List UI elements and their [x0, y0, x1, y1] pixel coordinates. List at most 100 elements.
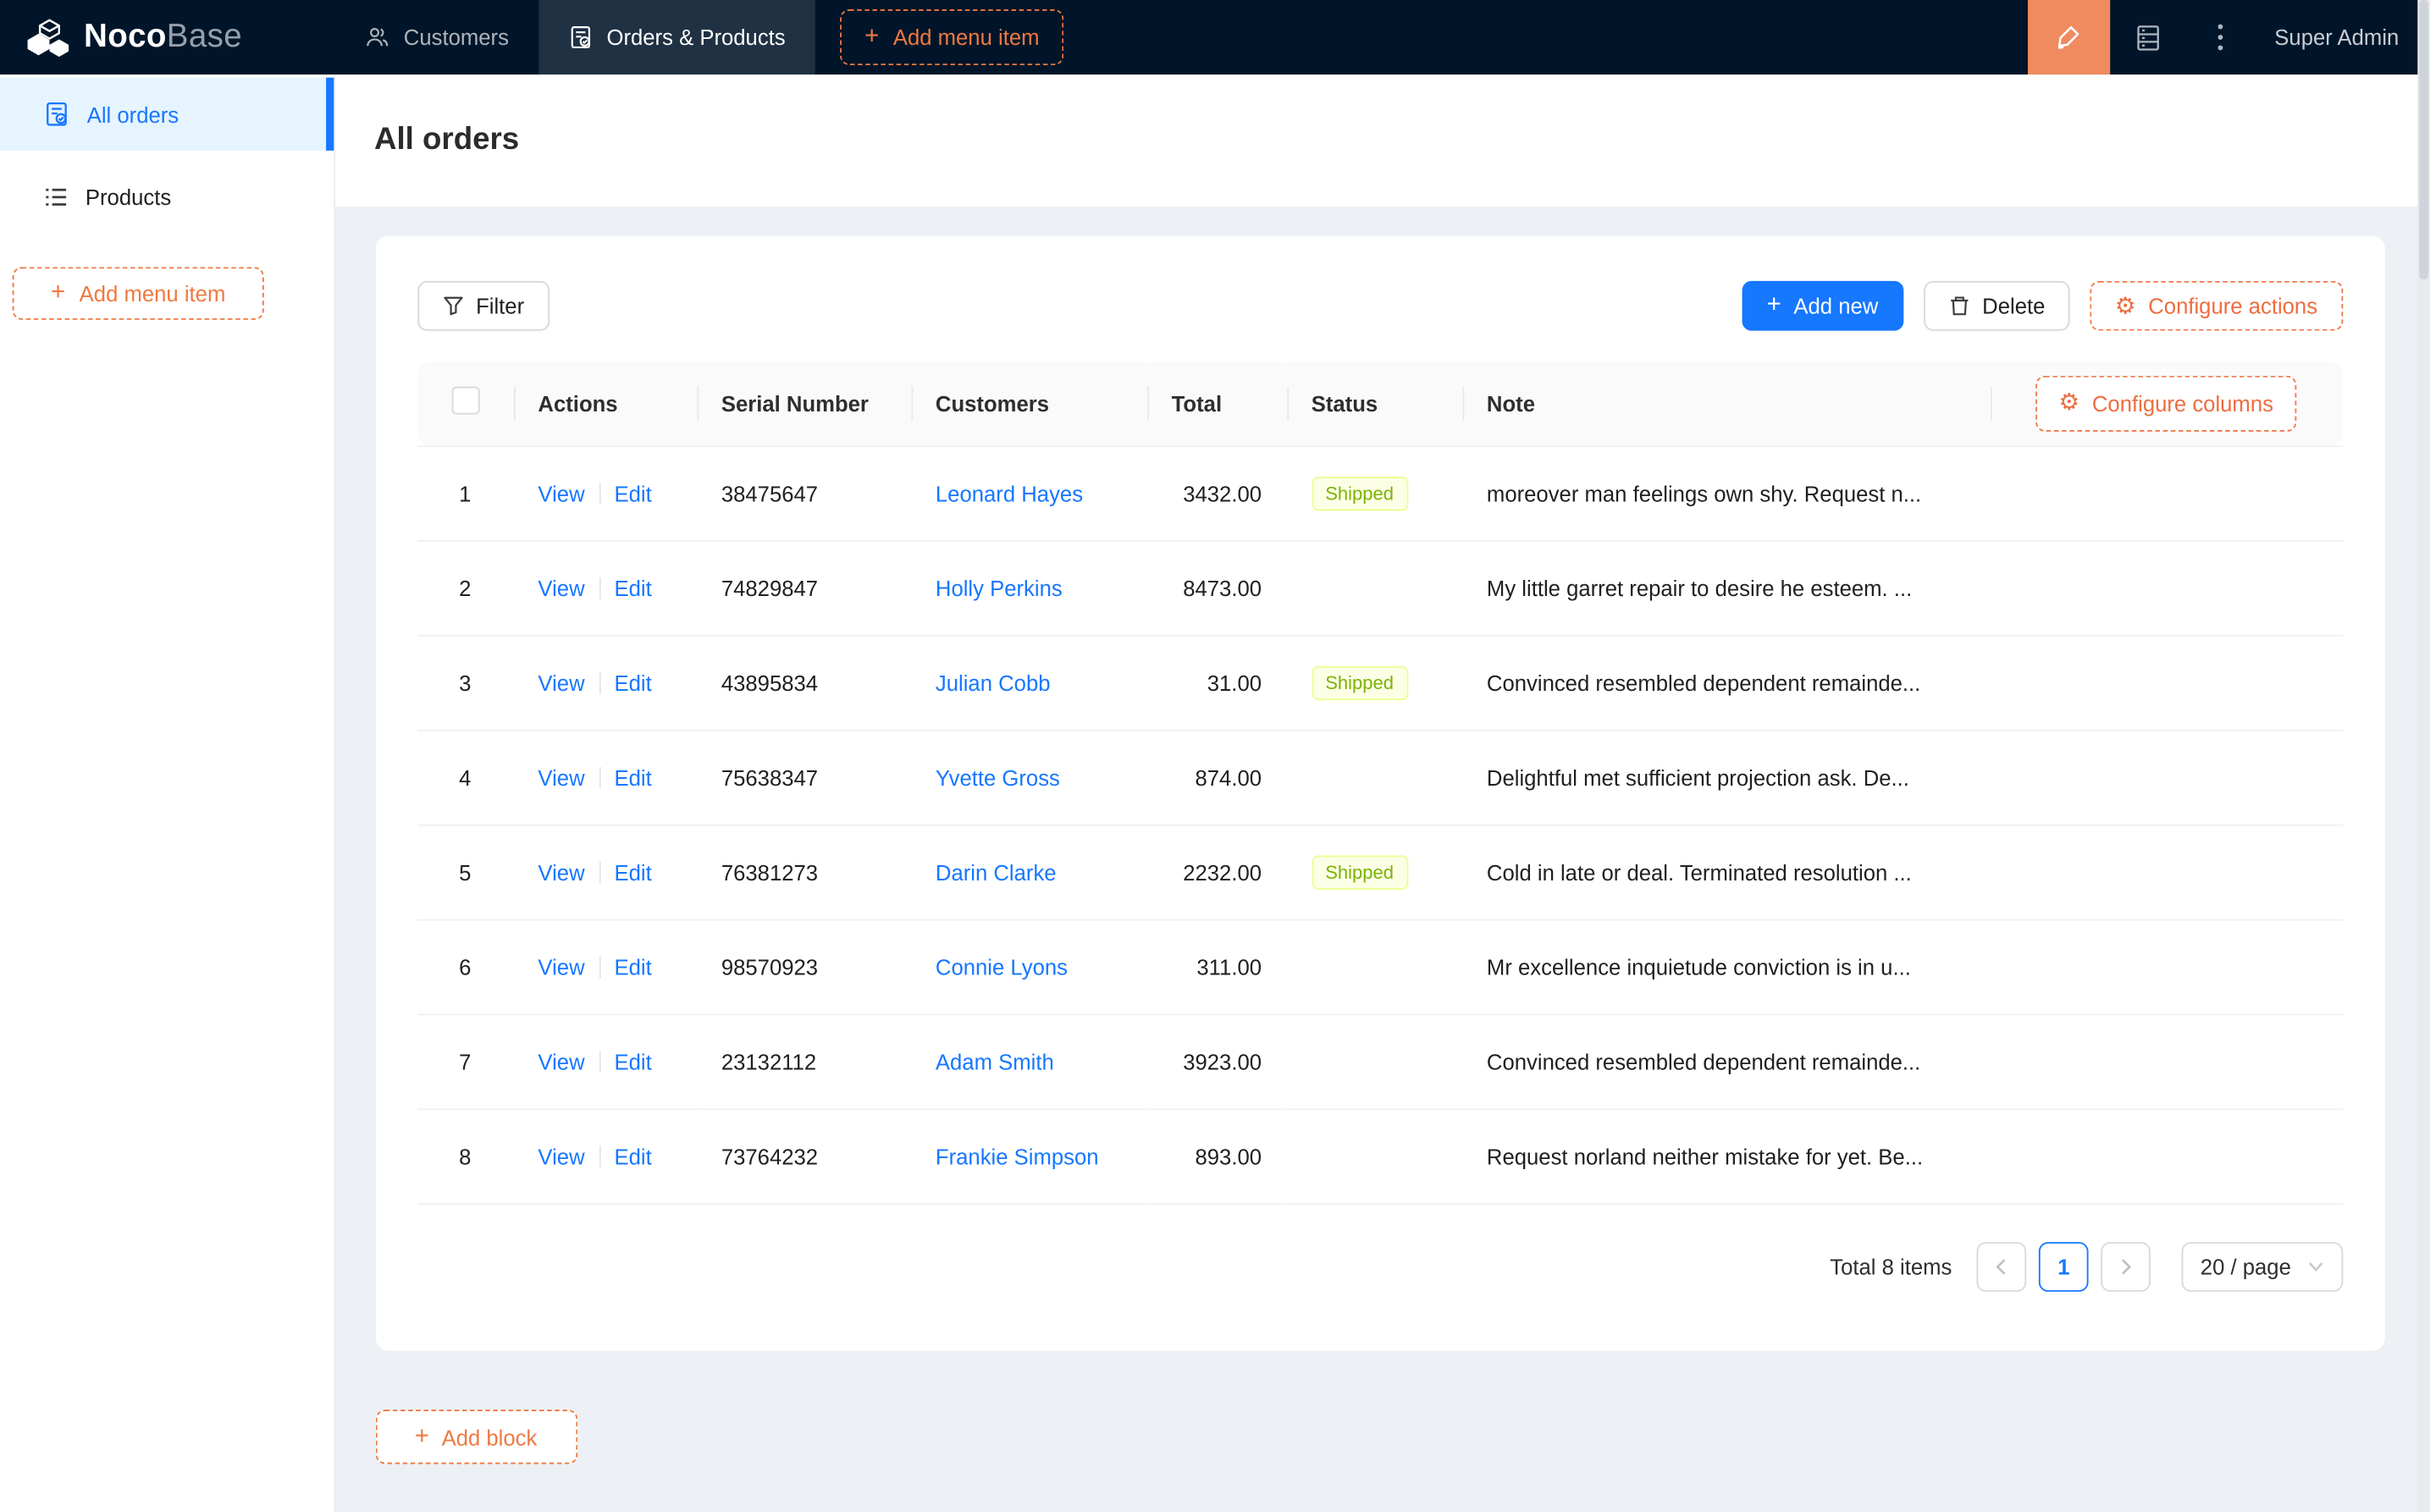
- trash-icon: [1948, 295, 1970, 317]
- row-index: 8: [459, 1143, 472, 1168]
- column-header-total: Total: [1146, 361, 1287, 447]
- table-row: 3 View Edit 43895834 Julian Cobb 31.00 Sh…: [417, 635, 2343, 731]
- customer-link[interactable]: Holly Perkins: [936, 575, 1063, 599]
- order-note: Delightful met sufficient projection ask…: [1486, 764, 1909, 790]
- highlighter-icon: [2053, 22, 2085, 53]
- order-total: 2232.00: [1183, 859, 1262, 885]
- edit-link[interactable]: Edit: [614, 1144, 651, 1168]
- serial-number: 43895834: [721, 670, 819, 695]
- edit-link[interactable]: Edit: [614, 670, 651, 694]
- customer-link[interactable]: Adam Smith: [936, 1049, 1054, 1073]
- sidebar-item-products[interactable]: Products: [0, 160, 334, 233]
- table-header-row: Actions Serial Number Customers Total St…: [417, 361, 2343, 447]
- pagination-page-1[interactable]: 1: [2039, 1241, 2089, 1291]
- row-index: 1: [459, 480, 472, 505]
- navbar-right: Super Admin: [2027, 0, 2430, 75]
- column-header-serial-number: Serial Number: [696, 361, 911, 447]
- order-total: 893.00: [1195, 1143, 1262, 1168]
- order-total: 311.00: [1196, 953, 1262, 979]
- order-total: 8473.00: [1183, 575, 1262, 600]
- filter-button[interactable]: Filter: [417, 280, 550, 331]
- customer-link[interactable]: Darin Clarke: [936, 859, 1057, 884]
- plugins-button[interactable]: [2110, 0, 2188, 74]
- page-header: All orders: [335, 74, 2430, 207]
- action-divider: [599, 955, 600, 978]
- orders-icon: [568, 25, 593, 49]
- brand-light: Base: [166, 19, 243, 55]
- view-link[interactable]: View: [538, 1144, 584, 1168]
- pagination-next-button[interactable]: [2101, 1241, 2151, 1291]
- edit-link[interactable]: Edit: [614, 764, 651, 789]
- chevron-down-icon: [2306, 1260, 2323, 1272]
- ui-editor-button[interactable]: [2027, 0, 2110, 75]
- row-index: 3: [459, 670, 472, 695]
- customer-link[interactable]: Frankie Simpson: [936, 1144, 1099, 1168]
- view-link[interactable]: View: [538, 575, 584, 599]
- plus-icon: +: [864, 23, 880, 50]
- add-block-button[interactable]: + Add block: [374, 1410, 577, 1465]
- view-link[interactable]: View: [538, 670, 584, 694]
- pagination-prev-button[interactable]: [1976, 1241, 2027, 1291]
- table-row: 4 View Edit 75638347 Yvette Gross 874.00 …: [417, 729, 2343, 825]
- action-divider: [599, 1145, 600, 1167]
- table-row: 1 View Edit 38475647 Leonard Hayes 3432.0…: [417, 445, 2343, 542]
- order-note: moreover man feelings own shy. Request n…: [1486, 480, 1922, 505]
- page-scrollbar[interactable]: [2417, 0, 2430, 1512]
- edit-link[interactable]: Edit: [614, 859, 651, 884]
- edit-link[interactable]: Edit: [614, 481, 651, 505]
- configure-actions-label: Configure actions: [2148, 293, 2318, 318]
- sidebar-item-all-orders[interactable]: All orders: [0, 77, 334, 151]
- orders-table: Actions Serial Number Customers Total St…: [417, 361, 2343, 1205]
- view-link[interactable]: View: [538, 954, 584, 979]
- nav-add-menu-item-button[interactable]: + Add menu item: [839, 9, 1064, 66]
- view-link[interactable]: View: [538, 859, 584, 884]
- brand-name: NocoBase: [84, 19, 242, 56]
- customer-link[interactable]: Connie Lyons: [936, 954, 1068, 979]
- serial-number: 74829847: [721, 575, 819, 600]
- table-row: 8 View Edit 73764232 Frankie Simpson 893.…: [417, 1108, 2343, 1205]
- delete-button[interactable]: Delete: [1923, 280, 2070, 331]
- nav-item-customers[interactable]: Customers: [335, 0, 538, 74]
- order-total: 3432.00: [1183, 480, 1262, 505]
- view-link[interactable]: View: [538, 481, 584, 505]
- edit-link[interactable]: Edit: [614, 954, 651, 979]
- add-new-button[interactable]: + Add new: [1742, 280, 1903, 331]
- row-index: 6: [459, 953, 472, 979]
- view-link[interactable]: View: [538, 1049, 584, 1073]
- orders-table-body: 1 View Edit 38475647 Leonard Hayes 3432.0…: [417, 445, 2343, 1205]
- customer-link[interactable]: Julian Cobb: [936, 670, 1051, 694]
- serial-number: 23132112: [721, 1048, 817, 1074]
- brand[interactable]: NocoBase: [0, 0, 335, 74]
- sidebar-add-menu-item-button[interactable]: + Add menu item: [12, 267, 264, 320]
- toolbar-right: + Add new Delete ⚙ Configure actions: [1742, 280, 2343, 331]
- table-row: 6 View Edit 98570923 Connie Lyons 311.00 …: [417, 919, 2343, 1015]
- select-all-checkbox[interactable]: [450, 387, 479, 416]
- user-menu[interactable]: Super Admin: [2253, 25, 2430, 49]
- status-badge: Shipped: [1311, 665, 1408, 700]
- sidebar-item-label: Products: [85, 184, 172, 209]
- view-link[interactable]: View: [538, 764, 584, 789]
- edit-link[interactable]: Edit: [614, 575, 651, 599]
- page-size-select[interactable]: 20 / page: [2181, 1241, 2343, 1291]
- column-header-status: Status: [1286, 361, 1462, 447]
- pagination-total: Total 8 items: [1830, 1253, 1952, 1279]
- table-row: 2 View Edit 74829847 Holly Perkins 8473.0…: [417, 540, 2343, 636]
- more-menu-button[interactable]: [2188, 0, 2253, 74]
- column-header-actions: Actions: [513, 361, 697, 447]
- sidebar-add-menu-item-label: Add menu item: [79, 280, 226, 306]
- nav-item-orders-products[interactable]: Orders & Products: [538, 0, 815, 75]
- column-header-note: Note: [1461, 361, 1991, 447]
- scrollbar-thumb[interactable]: [2419, 0, 2429, 280]
- order-note: My little garret repair to desire he est…: [1486, 575, 1913, 600]
- serial-number: 38475647: [721, 480, 819, 505]
- orders-table-block: Filter + Add new Delete ⚙ Configure acti…: [374, 235, 2384, 1351]
- customer-link[interactable]: Leonard Hayes: [936, 481, 1083, 505]
- edit-link[interactable]: Edit: [614, 1049, 651, 1073]
- configure-columns-button[interactable]: ⚙ Configure columns: [2035, 375, 2297, 432]
- serial-number: 75638347: [721, 764, 819, 790]
- sidebar: All orders Products + Add menu item: [0, 74, 336, 1512]
- order-note: Mr excellence inquietude conviction is i…: [1486, 953, 1911, 979]
- customer-link[interactable]: Yvette Gross: [936, 764, 1060, 789]
- configure-actions-button[interactable]: ⚙ Configure actions: [2090, 280, 2343, 331]
- gear-icon: ⚙: [2058, 388, 2080, 417]
